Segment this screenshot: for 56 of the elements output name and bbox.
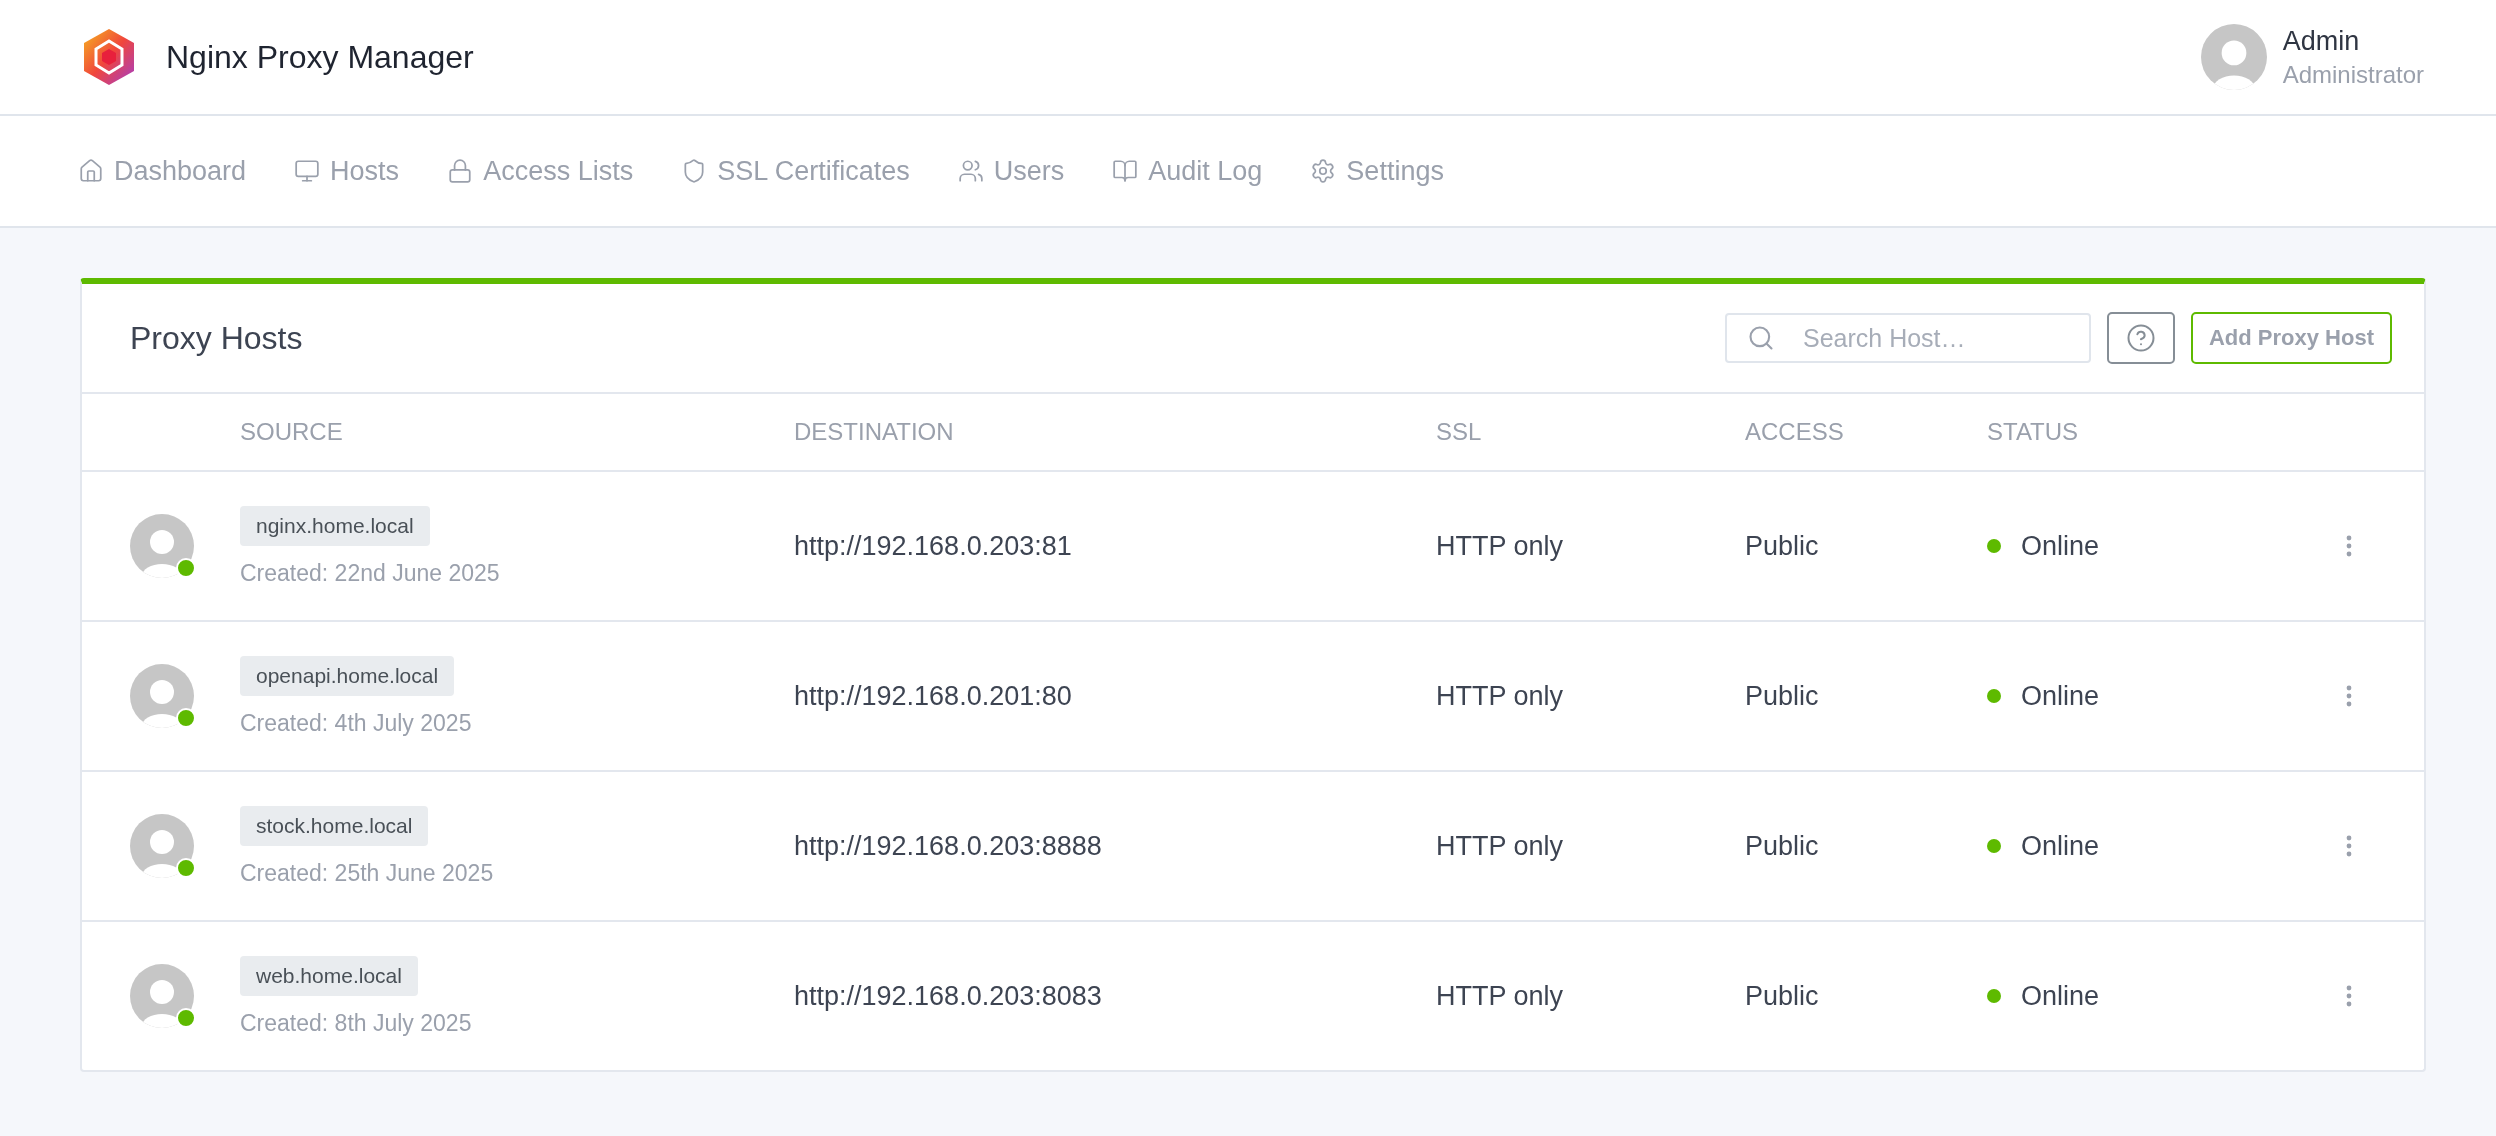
domain-tag: web.home.local (240, 955, 418, 996)
destination-url: http://192.168.0.203:8888 (794, 830, 1103, 862)
logo-icon (82, 27, 136, 87)
ssl-type: HTTP only (1436, 980, 1565, 1012)
nav-link[interactable]: Hosts (294, 155, 400, 187)
more-icon (2346, 535, 2352, 557)
column-header: SOURCE (240, 418, 344, 446)
ssl-type: HTTP only (1436, 830, 1565, 862)
monitor-icon (294, 158, 321, 184)
more-icon (2346, 685, 2352, 707)
help-button[interactable] (2106, 312, 2175, 364)
status-text: Online (2021, 830, 2100, 862)
nav-link[interactable]: Settings (1310, 155, 1444, 187)
domain-tag: openapi.home.local (240, 655, 455, 696)
more-icon (2346, 835, 2352, 857)
created-date: Created: 8th July 2025 (240, 1009, 472, 1037)
card-title: Proxy Hosts (130, 319, 304, 357)
domain-tag: stock.home.local (240, 805, 429, 846)
search-icon (1746, 324, 1775, 352)
book-icon (1112, 158, 1139, 184)
status-text: Online (2021, 530, 2100, 562)
created-date: Created: 25th June 2025 (240, 859, 494, 887)
add-proxy-host-button[interactable]: Add Proxy Host (2190, 312, 2392, 364)
more-icon (2346, 985, 2352, 1007)
lock-icon (447, 158, 474, 184)
search-field[interactable]: Search Host… (1724, 313, 2091, 363)
domain-tag: nginx.home.local (240, 505, 430, 546)
home-icon (78, 158, 104, 184)
access-type: Public (1745, 530, 1820, 562)
destination-url: http://192.168.0.203:81 (794, 530, 1073, 562)
user-role: Administrator (2282, 60, 2424, 89)
help-icon (2125, 323, 2156, 353)
nav-link[interactable]: Dashboard (78, 155, 247, 187)
column-header: STATUS (1987, 418, 2080, 446)
user-name: Admin (2282, 25, 2361, 57)
ssl-type: HTTP only (1436, 530, 1565, 562)
users-icon (957, 158, 984, 184)
status-text: Online (2021, 680, 2100, 712)
access-type: Public (1745, 830, 1820, 862)
app-title: Nginx Proxy Manager (166, 38, 474, 76)
column-header: SSL (1436, 418, 1483, 446)
nav-link[interactable]: Users (957, 155, 1065, 187)
settings-icon (1310, 158, 1337, 184)
nav-link[interactable]: SSL Certificates (681, 155, 910, 187)
nav-link[interactable]: Audit Log (1112, 155, 1263, 187)
created-date: Created: 22nd June 2025 (240, 559, 500, 587)
ssl-type: HTTP only (1436, 680, 1565, 712)
destination-url: http://192.168.0.203:8083 (794, 980, 1103, 1012)
destination-url: http://192.168.0.201:80 (794, 680, 1073, 712)
access-type: Public (1745, 980, 1820, 1012)
status-text: Online (2021, 980, 2100, 1012)
access-type: Public (1745, 680, 1820, 712)
column-header: DESTINATION (794, 418, 955, 446)
nav-link[interactable]: Access Lists (447, 155, 634, 187)
created-date: Created: 4th July 2025 (240, 709, 472, 737)
column-header: ACCESS (1745, 418, 1845, 446)
